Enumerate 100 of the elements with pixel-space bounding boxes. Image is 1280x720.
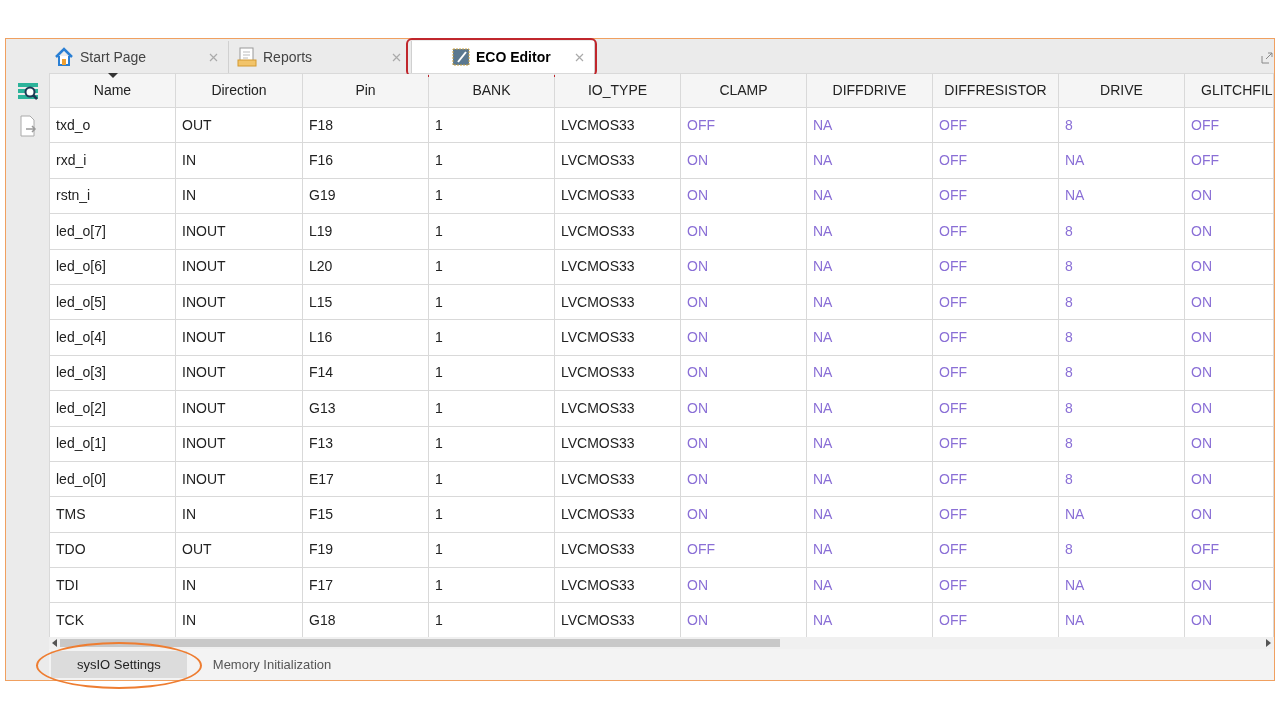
table-cell[interactable]: 8 xyxy=(1058,532,1185,568)
table-cell[interactable]: ON xyxy=(680,213,807,250)
column-header[interactable]: DIFFRESISTOR xyxy=(932,73,1059,108)
column-header[interactable]: BANK xyxy=(428,73,555,108)
table-cell[interactable]: NA xyxy=(806,567,933,603)
tab[interactable]: ECO Editor xyxy=(412,41,595,73)
column-header[interactable]: GLITCHFIL xyxy=(1184,73,1274,108)
table-cell[interactable]: NA xyxy=(1058,142,1185,179)
expand-icon[interactable] xyxy=(1261,52,1273,64)
table-cell: LVCMOS33 xyxy=(554,390,681,426)
table-cell[interactable]: ON xyxy=(680,426,807,462)
table-cell[interactable]: OFF xyxy=(932,426,1059,462)
table-cell[interactable]: 8 xyxy=(1058,107,1185,143)
table-cell[interactable]: ON xyxy=(680,142,807,179)
table-cell[interactable]: OFF xyxy=(1184,107,1274,143)
table-cell[interactable]: ON xyxy=(1184,496,1274,533)
table-cell[interactable]: ON xyxy=(1184,390,1274,426)
table-cell[interactable]: ON xyxy=(680,284,807,320)
close-tab-icon[interactable] xyxy=(575,52,584,62)
table-cell[interactable]: OFF xyxy=(932,496,1059,533)
table-cell[interactable]: ON xyxy=(680,178,807,214)
close-tab-icon[interactable] xyxy=(209,52,218,62)
column-header[interactable]: Direction xyxy=(175,73,303,108)
table-cell[interactable]: NA xyxy=(806,461,933,497)
table-cell[interactable]: NA xyxy=(806,355,933,391)
table-cell[interactable]: OFF xyxy=(680,107,807,143)
table-cell[interactable]: OFF xyxy=(932,461,1059,497)
table-cell[interactable]: OFF xyxy=(680,532,807,568)
table-cell[interactable]: 8 xyxy=(1058,213,1185,250)
table-cell[interactable]: ON xyxy=(1184,284,1274,320)
table-cell[interactable]: ON xyxy=(1184,249,1274,285)
table-cell[interactable]: OFF xyxy=(932,142,1059,179)
table-cell[interactable]: 8 xyxy=(1058,249,1185,285)
table-cell[interactable]: ON xyxy=(680,249,807,285)
table-cell: G13 xyxy=(302,390,429,426)
table-cell[interactable]: ON xyxy=(1184,178,1274,214)
table-cell[interactable]: NA xyxy=(806,284,933,320)
table-cell[interactable]: 8 xyxy=(1058,461,1185,497)
table-cell[interactable]: ON xyxy=(1184,426,1274,462)
column-header[interactable]: CLAMP xyxy=(680,73,807,108)
table-cell[interactable]: OFF xyxy=(932,213,1059,250)
column-header[interactable]: IO_TYPE xyxy=(554,73,681,108)
table-cell[interactable]: OFF xyxy=(932,355,1059,391)
table-cell[interactable]: NA xyxy=(806,319,933,356)
table-cell[interactable]: OFF xyxy=(932,532,1059,568)
table-cell[interactable]: 8 xyxy=(1058,319,1185,356)
table-cell[interactable]: NA xyxy=(1058,178,1185,214)
table-cell: LVCMOS33 xyxy=(554,213,681,250)
table-cell[interactable]: NA xyxy=(1058,567,1185,603)
table-cell[interactable]: 8 xyxy=(1058,284,1185,320)
table-cell[interactable]: ON xyxy=(680,567,807,603)
column-header[interactable]: Name xyxy=(49,73,176,108)
table-cell[interactable]: OFF xyxy=(932,249,1059,285)
table-cell[interactable]: NA xyxy=(806,249,933,285)
table-cell[interactable]: NA xyxy=(806,426,933,462)
tab[interactable]: sysIO Settings xyxy=(51,651,187,678)
table-cell[interactable]: NA xyxy=(806,107,933,143)
table-cell: F17 xyxy=(302,567,429,603)
table-cell: 1 xyxy=(428,249,555,285)
table-cell[interactable]: ON xyxy=(1184,355,1274,391)
table-cell[interactable]: OFF xyxy=(932,567,1059,603)
table-cell[interactable]: OFF xyxy=(932,319,1059,356)
table-cell: E17 xyxy=(302,461,429,497)
table-cell[interactable]: NA xyxy=(806,178,933,214)
table-cell[interactable]: 8 xyxy=(1058,355,1185,391)
table-cell[interactable]: 8 xyxy=(1058,426,1185,462)
table-cell[interactable]: NA xyxy=(806,142,933,179)
table-cell[interactable]: ON xyxy=(680,355,807,391)
table-cell[interactable]: ON xyxy=(1184,319,1274,356)
column-header[interactable]: Pin xyxy=(302,73,429,108)
search-table-icon[interactable] xyxy=(16,81,39,101)
table-cell[interactable]: 8 xyxy=(1058,390,1185,426)
table-cell: 1 xyxy=(428,567,555,603)
close-tab-icon[interactable] xyxy=(392,52,401,62)
table-cell[interactable]: OFF xyxy=(1184,532,1274,568)
table-cell[interactable]: ON xyxy=(1184,567,1274,603)
table-cell[interactable]: OFF xyxy=(932,178,1059,214)
export-file-icon[interactable] xyxy=(17,115,38,137)
table-cell[interactable]: OFF xyxy=(932,284,1059,320)
table-cell[interactable]: ON xyxy=(680,319,807,356)
table-cell[interactable]: ON xyxy=(680,390,807,426)
table-cell[interactable]: NA xyxy=(1058,496,1185,533)
table-cell[interactable]: OFF xyxy=(932,390,1059,426)
table-cell[interactable]: ON xyxy=(1184,213,1274,250)
column-header[interactable]: DRIVE xyxy=(1058,73,1185,108)
column-header[interactable]: DIFFDRIVE xyxy=(806,73,933,108)
table-cell[interactable]: ON xyxy=(680,496,807,533)
table-cell[interactable]: OFF xyxy=(1184,142,1274,179)
table-cell[interactable]: ON xyxy=(680,461,807,497)
table-cell: led_o[4] xyxy=(49,319,176,356)
table-cell[interactable]: NA xyxy=(806,496,933,533)
table-cell[interactable]: NA xyxy=(806,213,933,250)
table-cell[interactable]: ON xyxy=(1184,461,1274,497)
home-icon xyxy=(54,47,74,67)
tab[interactable]: Memory Initialization xyxy=(186,651,358,678)
table-cell: led_o[6] xyxy=(49,249,176,285)
table-cell: INOUT xyxy=(175,249,303,285)
table-cell[interactable]: NA xyxy=(806,532,933,568)
table-cell[interactable]: NA xyxy=(806,390,933,426)
table-cell[interactable]: OFF xyxy=(932,107,1059,143)
